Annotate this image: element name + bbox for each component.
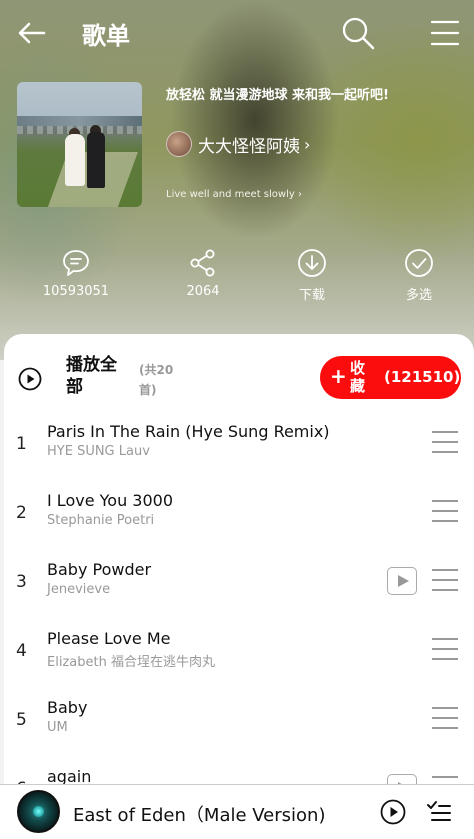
list-item[interactable]: 1 Paris In The Rain (Hye Sung Remix) HYE… [4, 412, 474, 481]
play-circle-icon[interactable] [380, 799, 406, 825]
track-number: 2 [16, 503, 27, 523]
now-playing-title[interactable]: East of Eden（Male Version) [73, 801, 325, 827]
now-playing-album-art[interactable] [17, 790, 60, 833]
play-circle-icon[interactable] [18, 367, 42, 391]
multi-select-label: 多选 [405, 288, 432, 303]
list-item[interactable]: 5 Baby UM [4, 688, 474, 757]
track-number: 1 [16, 434, 27, 454]
playlist-header-background: 歌单 放轻松 就当漫游地球 来和我一起听吧! 大大怪怪阿姨 › Live wel… [0, 0, 474, 360]
song-artist: Stephanie Poetri [47, 513, 155, 528]
more-icon[interactable] [432, 431, 458, 455]
list-item[interactable]: 4 Please Love Me Elizabeth 福合埕在逃牛肉丸 [4, 619, 474, 688]
chevron-right-icon: › [304, 134, 311, 154]
back-button[interactable] [16, 18, 48, 48]
share-icon [190, 249, 215, 277]
top-bar: 歌单 [0, 0, 474, 66]
menu-button[interactable] [430, 18, 460, 48]
song-artist: HYE SUNG Lauv [47, 444, 150, 459]
download-label: 下载 [298, 288, 325, 303]
search-button[interactable] [341, 16, 375, 50]
playlist-icon[interactable] [426, 799, 452, 825]
list-item[interactable]: 2 I Love You 3000 Stephanie Poetri [4, 481, 474, 550]
mini-player: East of Eden（Male Version) [0, 784, 474, 839]
list-item[interactable]: 3 Baby Powder Jenevieve [4, 550, 474, 619]
song-count: (共20首) [139, 363, 174, 397]
song-title: I Love You 3000 [47, 491, 174, 510]
search-icon [342, 17, 375, 50]
playlist-description[interactable]: 放轻松 就当漫游地球 来和我一起听吧! [166, 84, 389, 103]
song-artist: Jenevieve [47, 582, 111, 597]
multi-select-icon [405, 249, 433, 277]
multi-select-button[interactable]: 多选 [369, 246, 469, 306]
back-arrow-icon [18, 22, 46, 44]
download-icon [298, 249, 326, 277]
action-bar: 10593051 2064 下载 多选 [0, 246, 474, 310]
song-title: Baby Powder [47, 560, 152, 579]
track-number: 5 [16, 710, 27, 730]
more-icon[interactable] [432, 569, 458, 593]
track-number: 3 [16, 572, 27, 592]
plus-icon: + [330, 364, 347, 388]
collect-count: (121510) [384, 368, 461, 386]
share-count: 2064 [186, 284, 220, 299]
track-number: 4 [16, 641, 27, 661]
more-icon[interactable] [432, 638, 458, 662]
comment-count: 10593051 [42, 284, 110, 299]
song-artist: Elizabeth 福合埕在逃牛肉丸 [47, 655, 215, 670]
play-all-button[interactable]: 播放全部 [66, 354, 132, 398]
mv-play-icon[interactable] [387, 567, 417, 595]
collect-label: 收藏 [350, 359, 366, 395]
collect-button[interactable]: + 收藏 (121510) [320, 356, 461, 399]
song-title: Please Love Me [47, 629, 171, 648]
share-button[interactable]: 2064 [153, 246, 253, 306]
song-list-panel: 播放全部 (共20首) + 收藏 (121510) 1 Paris In The… [4, 334, 474, 839]
song-title: Baby [47, 698, 88, 717]
play-all-row: 播放全部 (共20首) + 收藏 (121510) [4, 334, 474, 412]
creator-name: 大大怪怪阿姨 [198, 136, 300, 157]
playlist-cover[interactable] [17, 82, 142, 207]
comment-button[interactable]: 10593051 [26, 246, 126, 306]
menu-icon [430, 20, 460, 46]
download-button[interactable]: 下载 [262, 246, 362, 306]
song-title: Paris In The Rain (Hye Sung Remix) [47, 422, 330, 441]
creator-link[interactable]: 大大怪怪阿姨 › [166, 130, 310, 158]
song-artist: UM [47, 720, 68, 735]
more-icon[interactable] [432, 500, 458, 524]
page-title: 歌单 [82, 22, 130, 50]
avatar [166, 131, 192, 157]
more-icon[interactable] [432, 707, 458, 731]
comment-icon [63, 250, 89, 276]
playlist-subtitle[interactable]: Live well and meet slowly › [166, 189, 302, 200]
